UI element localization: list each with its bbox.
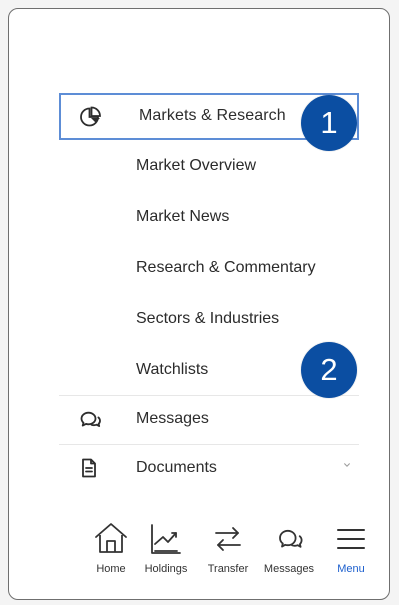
nav-transfer[interactable]: Transfer bbox=[200, 516, 256, 586]
pie-chart-icon bbox=[79, 105, 103, 129]
callout-badge-text: 2 bbox=[320, 352, 338, 387]
submenu-item-label: Watchlists bbox=[136, 360, 209, 378]
nav-label: Menu bbox=[337, 563, 365, 575]
submenu-item-research-commentary[interactable]: Research & Commentary bbox=[59, 242, 359, 293]
nav-messages[interactable]: Messages bbox=[261, 516, 317, 586]
submenu-item-label: Market News bbox=[136, 207, 230, 225]
callout-badge-1: 1 bbox=[301, 95, 357, 151]
nav-label: Holdings bbox=[144, 563, 188, 575]
submenu-item-label: Sectors & Industries bbox=[136, 309, 280, 327]
transfer-icon bbox=[209, 520, 247, 558]
side-menu: Markets & Research Market Overview Marke… bbox=[59, 93, 359, 493]
phone-frame: Markets & Research Market Overview Marke… bbox=[8, 8, 390, 600]
callout-badge-2: 2 bbox=[301, 342, 357, 398]
nav-home[interactable]: Home bbox=[83, 516, 139, 586]
chevron-down-icon[interactable] bbox=[343, 461, 351, 469]
bottom-navigation: Home Holdings Transfer Messages Menu bbox=[83, 516, 371, 586]
nav-label: Messages bbox=[263, 563, 315, 575]
submenu-item-market-overview[interactable]: Market Overview bbox=[59, 140, 359, 191]
home-icon bbox=[92, 520, 130, 558]
messages-icon bbox=[270, 520, 308, 558]
submenu-item-label: Market Overview bbox=[136, 156, 257, 174]
submenu-item-sectors-industries[interactable]: Sectors & Industries bbox=[59, 293, 359, 344]
nav-holdings[interactable]: Holdings bbox=[138, 516, 194, 586]
menu-item-messages[interactable]: Messages bbox=[59, 396, 359, 444]
submenu-item-label: Research & Commentary bbox=[136, 258, 316, 276]
menu-icon bbox=[332, 520, 370, 558]
holdings-icon bbox=[147, 520, 185, 558]
menu-item-documents[interactable]: Documents bbox=[59, 445, 359, 493]
menu-item-label: Messages bbox=[136, 410, 209, 427]
nav-menu[interactable]: Menu bbox=[323, 516, 379, 586]
nav-label: Transfer bbox=[207, 563, 249, 575]
chat-icon bbox=[77, 407, 101, 431]
menu-item-label: Documents bbox=[136, 459, 217, 476]
submenu-item-market-news[interactable]: Market News bbox=[59, 191, 359, 242]
menu-item-label: Markets & Research bbox=[139, 107, 286, 124]
callout-badge-text: 1 bbox=[320, 105, 338, 140]
nav-label: Home bbox=[96, 563, 126, 575]
document-icon bbox=[77, 456, 101, 480]
